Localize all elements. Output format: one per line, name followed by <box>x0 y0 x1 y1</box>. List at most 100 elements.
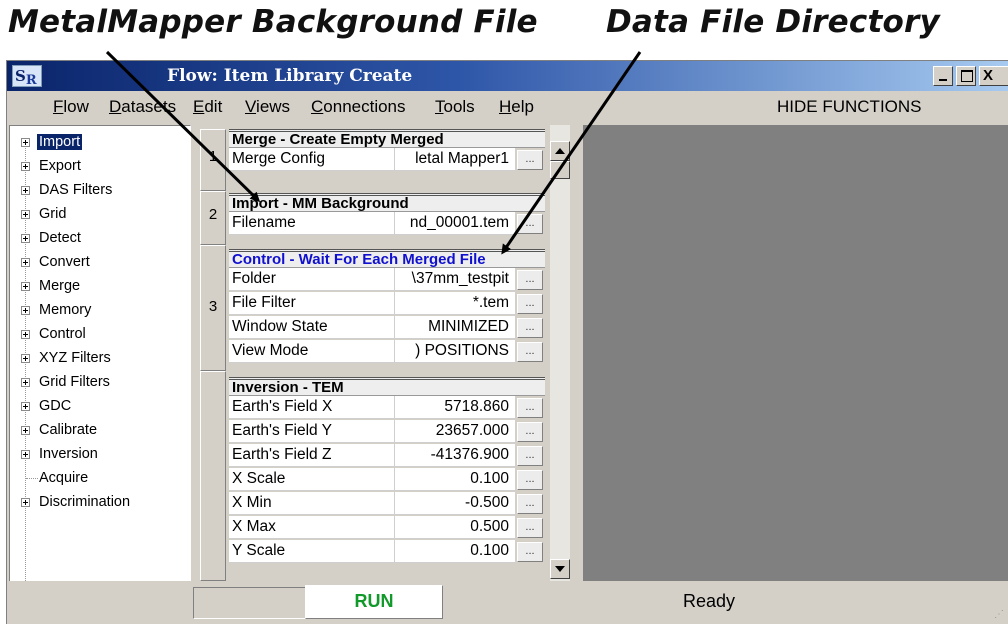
expand-icon[interactable] <box>21 330 30 339</box>
scroll-up-button[interactable] <box>550 141 570 161</box>
x-min-field[interactable]: -0.500 <box>395 492 515 515</box>
menu-edit[interactable]: Edit <box>193 97 222 117</box>
title-bar[interactable]: SR Flow: Item Library Create X <box>7 61 1008 91</box>
minimize-icon <box>939 79 947 81</box>
minimize-button[interactable] <box>933 66 953 86</box>
run-button[interactable]: RUN <box>305 585 443 619</box>
param-label: View Mode <box>229 340 395 363</box>
param-row: X Scale 0.100 ... <box>229 468 545 492</box>
browse-button[interactable]: ... <box>517 518 543 538</box>
browse-button[interactable]: ... <box>517 470 543 490</box>
application-window: SR Flow: Item Library Create X Flow Data… <box>6 60 1008 624</box>
folder-field[interactable]: \37mm_testpit <box>395 268 515 291</box>
param-row: Merge Config letal Mapper1 ... <box>229 148 545 172</box>
scroll-thumb[interactable] <box>550 161 570 179</box>
section-title[interactable]: Inversion - TEM <box>229 377 545 396</box>
param-row: X Min -0.500 ... <box>229 492 545 516</box>
expand-icon[interactable] <box>21 426 30 435</box>
step-number-1[interactable]: 1 <box>200 129 226 191</box>
browse-button[interactable]: ... <box>517 294 543 314</box>
maximize-icon <box>961 70 973 82</box>
browse-button[interactable]: ... <box>517 270 543 290</box>
earths-field-z-field[interactable]: -41376.900 <box>395 444 515 467</box>
browse-button[interactable]: ... <box>517 494 543 514</box>
param-label: X Max <box>229 516 395 539</box>
param-label: Filename <box>229 212 395 235</box>
window-title: Flow: Item Library Create <box>167 66 413 86</box>
section-title[interactable]: Control - Wait For Each Merged File <box>229 249 545 268</box>
app-logo-icon[interactable]: SR <box>12 65 42 88</box>
param-row: Earth's Field Y 23657.000 ... <box>229 420 545 444</box>
tree-connector <box>26 478 38 479</box>
x-scale-field[interactable]: 0.100 <box>395 468 515 491</box>
file-filter-field[interactable]: *.tem <box>395 292 515 315</box>
earths-field-x-field[interactable]: 5718.860 <box>395 396 515 419</box>
browse-button[interactable]: ... <box>517 342 543 362</box>
arrow-up-icon <box>555 148 565 154</box>
grid-scrollbar[interactable] <box>550 125 570 581</box>
browse-button[interactable]: ... <box>517 318 543 338</box>
view-mode-field[interactable]: ) POSITIONS <box>395 340 515 363</box>
menu-views[interactable]: Views <box>245 97 290 117</box>
browse-button[interactable]: ... <box>517 214 543 234</box>
param-row: Earth's Field Z -41376.900 ... <box>229 444 545 468</box>
param-row: View Mode ) POSITIONS ... <box>229 340 545 364</box>
param-label: Earth's Field X <box>229 396 395 419</box>
param-row: Earth's Field X 5718.860 ... <box>229 396 545 420</box>
section-title[interactable]: Import - MM Background <box>229 193 545 212</box>
param-label: Window State <box>229 316 395 339</box>
browse-button[interactable]: ... <box>517 422 543 442</box>
filename-field[interactable]: nd_00001.tem <box>395 212 515 235</box>
param-row: Y Scale 0.100 ... <box>229 540 545 564</box>
arrow-down-icon <box>555 566 565 572</box>
param-label: Folder <box>229 268 395 291</box>
status-text: Ready <box>683 591 736 611</box>
earths-field-y-field[interactable]: 23657.000 <box>395 420 515 443</box>
hide-functions-button[interactable]: HIDE FUNCTIONS <box>777 97 922 117</box>
param-row: File Filter *.tem ... <box>229 292 545 316</box>
expand-icon[interactable] <box>21 186 30 195</box>
expand-icon[interactable] <box>21 306 30 315</box>
browse-button[interactable]: ... <box>517 398 543 418</box>
expand-icon[interactable] <box>21 402 30 411</box>
step-number-3[interactable]: 3 <box>200 245 226 371</box>
scroll-down-button[interactable] <box>550 559 570 579</box>
annotation-data-file-directory: Data File Directory <box>606 4 940 40</box>
y-scale-field[interactable]: 0.100 <box>395 540 515 563</box>
step-number-4[interactable] <box>200 371 226 581</box>
expand-icon[interactable] <box>21 282 30 291</box>
window-state-field[interactable]: MINIMIZED <box>395 316 515 339</box>
expand-icon[interactable] <box>21 138 30 147</box>
expand-icon[interactable] <box>21 354 30 363</box>
expand-icon[interactable] <box>21 162 30 171</box>
expand-icon[interactable] <box>21 258 30 267</box>
browse-button[interactable]: ... <box>517 542 543 562</box>
param-label: Earth's Field Y <box>229 420 395 443</box>
expand-icon[interactable] <box>21 210 30 219</box>
status-bar: RUN Ready ⋰ <box>7 581 1008 624</box>
expand-icon[interactable] <box>21 234 30 243</box>
browse-button[interactable]: ... <box>517 150 543 170</box>
close-button[interactable]: X <box>979 66 1008 86</box>
menu-flow[interactable]: Flow <box>53 97 89 117</box>
param-label: File Filter <box>229 292 395 315</box>
menu-tools[interactable]: Tools <box>435 97 475 117</box>
menu-help[interactable]: Help <box>499 97 534 117</box>
function-tree[interactable]: Import Export DAS Filters Grid Detect Co… <box>9 125 191 618</box>
param-label: Y Scale <box>229 540 395 563</box>
param-label: X Scale <box>229 468 395 491</box>
expand-icon[interactable] <box>21 450 30 459</box>
expand-icon[interactable] <box>21 378 30 387</box>
section-title[interactable]: Merge - Create Empty Merged <box>229 129 545 148</box>
view-canvas[interactable] <box>583 125 1008 581</box>
maximize-button[interactable] <box>956 66 976 86</box>
status-well <box>193 587 309 619</box>
expand-icon[interactable] <box>21 498 30 507</box>
step-number-2[interactable]: 2 <box>200 191 226 245</box>
resize-grip-icon[interactable]: ⋰ <box>994 609 1004 620</box>
merge-config-field[interactable]: letal Mapper1 <box>395 148 515 171</box>
menu-connections[interactable]: Connections <box>311 97 406 117</box>
menu-datasets[interactable]: Datasets <box>109 97 176 117</box>
browse-button[interactable]: ... <box>517 446 543 466</box>
x-max-field[interactable]: 0.500 <box>395 516 515 539</box>
